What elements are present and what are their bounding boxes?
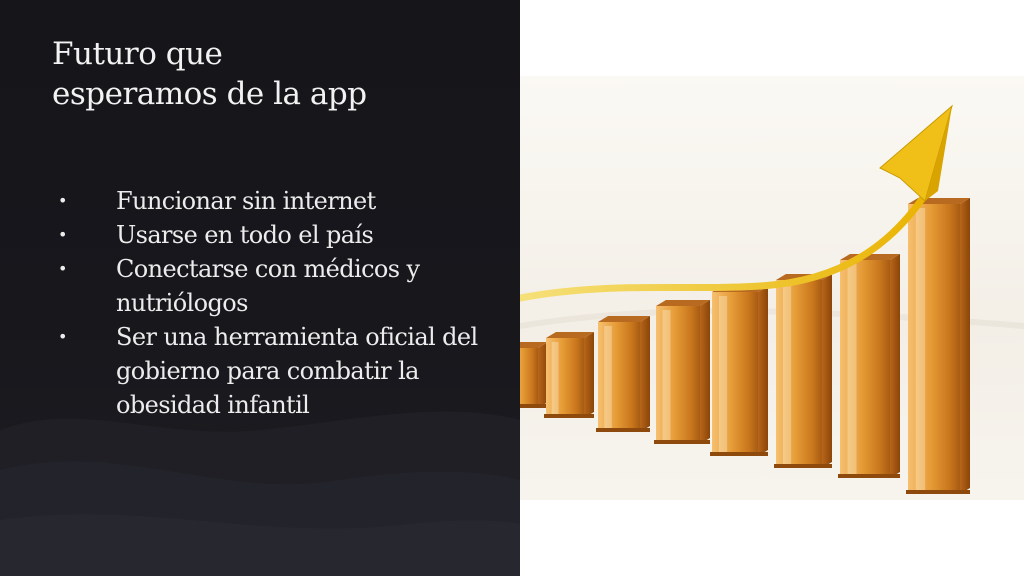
bullet-list: • Funcionar sin internet • Usarse en todo … — [52, 184, 492, 422]
growth-chart-image — [520, 76, 1024, 500]
text-panel: Futuro que esperamos de la app • Funciona… — [0, 0, 520, 576]
bullet-icon: • — [58, 225, 67, 244]
bullet-text: Usarse en todo el país — [116, 221, 374, 249]
bar-4 — [654, 300, 710, 444]
bar-1 — [520, 342, 548, 408]
title-line-2: esperamos de la app — [52, 76, 367, 112]
list-item: • Usarse en todo el país — [52, 218, 492, 252]
bar-8 — [906, 198, 970, 494]
title-line-1: Futuro que — [52, 36, 223, 72]
bullet-text: Funcionar sin internet — [116, 187, 376, 215]
bar-3 — [596, 316, 650, 432]
bullet-text: Conectarse con médicos y nutriólogos — [116, 255, 420, 317]
bar-5 — [710, 286, 768, 456]
bullet-icon: • — [58, 259, 67, 278]
growth-bar-chart-icon — [520, 76, 1024, 500]
bullet-text: Ser una herramienta oficial del gobierno… — [116, 323, 478, 419]
bar-2 — [544, 332, 594, 418]
bar-6 — [774, 274, 832, 468]
slide-title: Futuro que esperamos de la app — [52, 34, 492, 114]
list-item: • Ser una herramienta oficial del gobiern… — [52, 320, 492, 422]
bullet-icon: • — [58, 191, 67, 210]
bullet-icon: • — [58, 327, 67, 346]
list-item: • Conectarse con médicos y nutriólogos — [52, 252, 492, 320]
list-item: • Funcionar sin internet — [52, 184, 492, 218]
bar-7 — [838, 254, 900, 478]
